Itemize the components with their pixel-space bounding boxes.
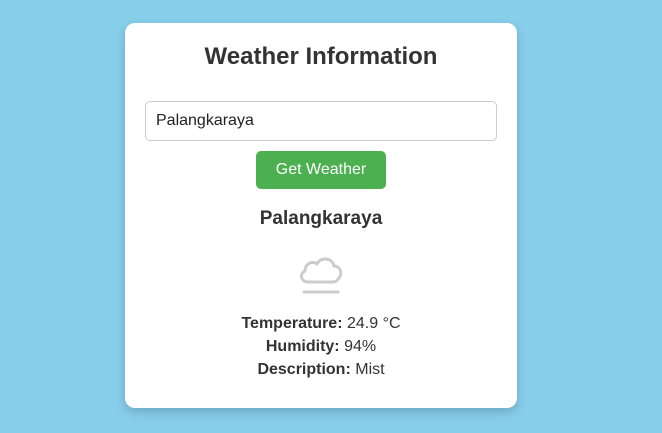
temperature-value: 24.9 °C [346, 315, 401, 332]
page-title: Weather Information [204, 43, 438, 70]
description-value: Mist [355, 361, 385, 378]
city-input[interactable] [145, 101, 497, 141]
get-weather-button[interactable]: Get Weather [256, 151, 386, 189]
humidity-row: Humidity: 94% [125, 335, 517, 358]
mist-cloud-icon [299, 257, 343, 294]
temperature-row: Temperature: 24.9 °C [125, 312, 517, 335]
humidity-value: 94% [344, 338, 377, 355]
description-label: Description: [257, 361, 351, 378]
city-name: Palangkaraya [259, 208, 383, 229]
humidity-label: Humidity: [265, 338, 340, 355]
weather-card: Weather Information Get Weather Palangka… [125, 23, 517, 408]
description-row: Description: Mist [125, 358, 517, 381]
weather-details: Temperature: 24.9 °C Humidity: 94% Descr… [125, 312, 517, 381]
temperature-label: Temperature: [241, 315, 343, 332]
